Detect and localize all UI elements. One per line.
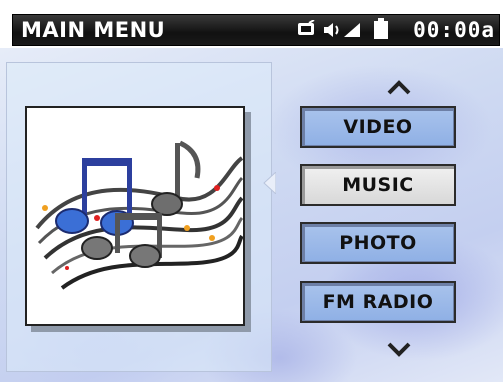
battery-icon bbox=[373, 18, 389, 44]
tv-output-icon bbox=[297, 19, 317, 42]
chevron-down-icon[interactable] bbox=[384, 340, 414, 358]
page-title: MAIN MENU bbox=[21, 18, 166, 42]
menu-item-photo[interactable]: PHOTO bbox=[300, 222, 456, 264]
preview-image-frame bbox=[25, 106, 245, 326]
menu-item-video[interactable]: VIDEO bbox=[300, 106, 456, 148]
menu-item-label: FM RADIO bbox=[322, 291, 434, 313]
menu-item-label: PHOTO bbox=[339, 232, 417, 254]
menu-item-label: MUSIC bbox=[342, 174, 414, 196]
clock: 00:00a bbox=[413, 18, 495, 42]
music-notes-icon bbox=[35, 140, 243, 290]
menu-item-fm-radio[interactable]: FM RADIO bbox=[300, 281, 456, 323]
title-bar: MAIN MENU 00:00a bbox=[0, 0, 503, 48]
menu-item-label: VIDEO bbox=[343, 116, 413, 138]
chevron-up-icon[interactable] bbox=[384, 78, 414, 96]
menu-item-music[interactable]: MUSIC bbox=[300, 164, 456, 206]
volume-icon bbox=[323, 22, 345, 42]
panel-pointer bbox=[263, 172, 276, 194]
title-bar-inner: MAIN MENU 00:00a bbox=[12, 14, 500, 46]
signal-icon bbox=[343, 22, 361, 42]
